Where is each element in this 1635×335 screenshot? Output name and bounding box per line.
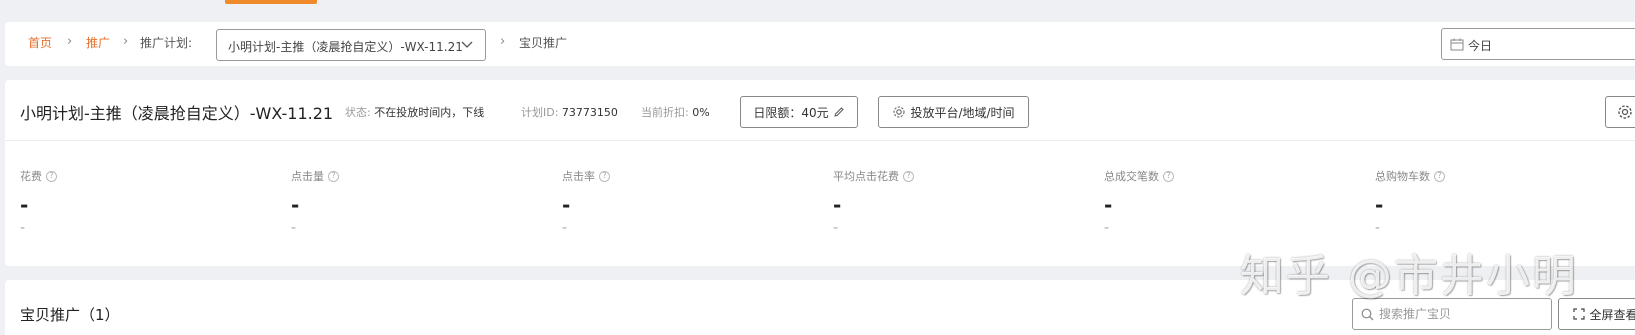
edit-icon <box>833 107 844 117</box>
plan-settings-button[interactable] <box>1605 96 1635 128</box>
plan-discount-value: 0% <box>692 106 710 119</box>
metric-label-text: 总成交笔数 <box>1104 170 1159 183</box>
help-icon[interactable]: ? <box>1163 170 1174 182</box>
metric-label: 点击量? <box>291 168 531 184</box>
help-icon[interactable]: ? <box>1434 170 1445 182</box>
metric-value: - <box>562 193 571 217</box>
date-picker-value: 今日 <box>1468 39 1493 53</box>
settings-icon <box>893 106 906 118</box>
metric-total-orders: 总成交笔数? - - <box>1104 168 1344 236</box>
metric-label-text: 总购物车数 <box>1375 170 1430 183</box>
chevron-down-icon <box>461 41 473 48</box>
plan-status-label: 状态: <box>345 106 371 119</box>
metric-label: 平均点击花费? <box>833 168 1073 184</box>
metric-label: 总购物车数? <box>1375 168 1615 184</box>
plan-select[interactable]: 小明计划-主推（凌晨抢自定义）-WX-11.21 <box>216 29 486 61</box>
divider <box>5 140 1635 141</box>
date-picker[interactable]: 今日 <box>1441 28 1635 60</box>
fullscreen-label: 全屏查看 <box>1589 307 1635 322</box>
metric-value: - <box>20 193 29 217</box>
metric-compare: - <box>20 220 26 236</box>
plan-id: 计划ID: 73773150 <box>521 104 618 120</box>
breadcrumb-promote[interactable]: 推广 <box>86 35 110 51</box>
metric-value: - <box>291 193 300 217</box>
metric-compare: - <box>1375 220 1381 236</box>
breadcrumb-plan-label: 推广计划: <box>140 36 193 50</box>
platform-region-time-button[interactable]: 投放平台/地域/时间 <box>878 96 1029 128</box>
metric-avg-cpc: 平均点击花费? - - <box>833 168 1073 236</box>
metric-value: - <box>1104 193 1113 217</box>
metric-cost: 花费? - - <box>20 168 260 236</box>
plan-summary-card: 小明计划-主推（凌晨抢自定义）-WX-11.21 状态: 不在投放时间内，下线 … <box>5 80 1635 266</box>
plan-id-label: 计划ID: <box>521 106 559 119</box>
metric-label: 总成交笔数? <box>1104 168 1344 184</box>
help-icon[interactable]: ? <box>599 170 610 182</box>
breadcrumb: 首页 › 推广 › 推广计划: 小明计划-主推（凌晨抢自定义）-WX-11.21… <box>5 22 1635 66</box>
chevron-right-icon: › <box>123 34 129 49</box>
expand-icon <box>1573 308 1586 320</box>
gear-icon <box>1618 105 1632 119</box>
plan-status: 状态: 不在投放时间内，下线 <box>345 104 484 120</box>
plan-id-value: 73773150 <box>561 106 618 119</box>
help-icon[interactable]: ? <box>903 170 914 182</box>
calendar-icon <box>1450 38 1464 51</box>
plan-discount-label: 当前折扣: <box>641 106 689 119</box>
metric-value: - <box>1375 193 1384 217</box>
platform-region-time-label: 投放平台/地域/时间 <box>910 105 1015 120</box>
help-icon[interactable]: ? <box>46 170 57 182</box>
metric-label-text: 点击量 <box>291 170 324 183</box>
active-tab-indicator <box>225 0 317 4</box>
breadcrumb-current: 宝贝推广 <box>519 36 568 50</box>
metric-ctr: 点击率? - - <box>562 168 802 236</box>
search-icon <box>1361 308 1374 321</box>
plan-select-value: 小明计划-主推（凌晨抢自定义）-WX-11.21 <box>228 40 463 54</box>
metric-compare: - <box>291 220 297 236</box>
metric-label-text: 点击率 <box>562 170 595 183</box>
chevron-right-icon: › <box>500 34 506 49</box>
metric-compare: - <box>562 220 568 236</box>
search-input[interactable] <box>1379 305 1544 323</box>
daily-budget-button[interactable]: 日限额：40元 <box>740 96 858 128</box>
metric-total-cart: 总购物车数? - - <box>1375 168 1615 236</box>
metric-label: 点击率? <box>562 168 802 184</box>
metric-compare: - <box>833 220 839 236</box>
metric-label: 花费? <box>20 168 260 184</box>
breadcrumb-home[interactable]: 首页 <box>28 35 52 51</box>
metric-clicks: 点击量? - - <box>291 168 531 236</box>
chevron-right-icon: › <box>67 34 73 49</box>
metric-label-text: 平均点击花费 <box>833 170 899 183</box>
watermark: 知乎 @市井小明 <box>1240 251 1578 302</box>
plan-status-value: 不在投放时间内，下线 <box>374 106 485 119</box>
plan-title: 小明计划-主推（凌晨抢自定义）-WX-11.21 <box>20 104 334 123</box>
metric-label-text: 花费 <box>20 170 42 183</box>
daily-budget-label: 日限额：40元 <box>753 105 829 120</box>
metric-compare: - <box>1104 220 1110 236</box>
metric-value: - <box>833 193 842 217</box>
section-title: 宝贝推广（1） <box>20 306 120 324</box>
plan-discount: 当前折扣: 0% <box>641 104 710 120</box>
help-icon[interactable]: ? <box>328 170 339 182</box>
